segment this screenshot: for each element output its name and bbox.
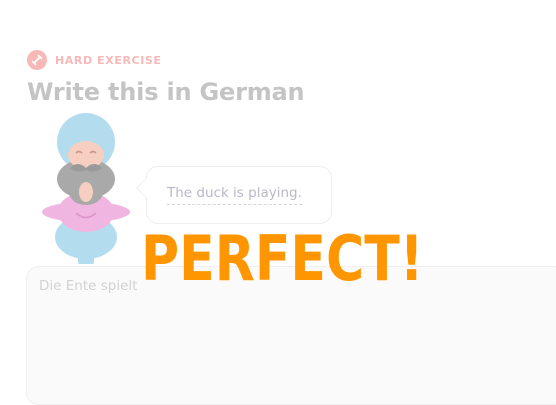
- character-hands: [79, 182, 93, 202]
- character-face: [68, 141, 104, 169]
- dumbbell-icon: [27, 50, 47, 70]
- page-title: Write this in German: [27, 78, 305, 106]
- character-feet: [78, 252, 94, 264]
- prompt-speech-bubble: The duck is playing.: [136, 166, 332, 224]
- bearded-man-character: [42, 113, 130, 264]
- prompt-sentence[interactable]: The duck is playing.: [167, 185, 302, 205]
- badge-label: HARD EXERCISE: [55, 53, 162, 67]
- feedback-perfect: PERFECT!: [141, 222, 424, 295]
- bubble-tail: [136, 178, 156, 198]
- hard-exercise-badge: HARD EXERCISE: [27, 50, 162, 70]
- answer-value: Die Ente spielt: [39, 278, 138, 294]
